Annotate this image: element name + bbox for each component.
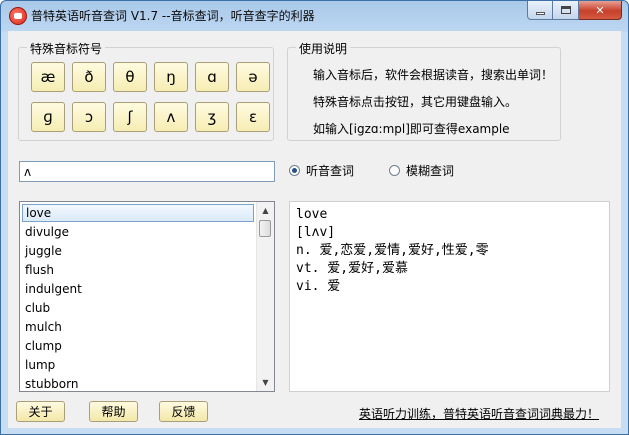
about-button[interactable]: 关于 <box>16 401 65 422</box>
definition-noun: n. 爱,恋爱,爱情,爱好,性爱,零 <box>296 243 489 258</box>
symbol-button[interactable]: æ <box>31 62 65 92</box>
symbol-button[interactable]: ʌ <box>154 102 188 132</box>
close-icon: ✕ <box>595 3 605 17</box>
close-button[interactable]: ✕ <box>579 1 622 20</box>
scroll-thumb[interactable] <box>259 220 271 237</box>
definition-phonetic: [lʌv] <box>296 225 336 240</box>
listen-search-radio[interactable]: 听音查词 <box>289 162 354 179</box>
definition-verb-intransitive: vi. 爱 <box>296 279 341 294</box>
help-groupbox: 使用说明 输入音标后，软件会根据读音，搜索出单词！ 特殊音标点击按钮，其它用键盘… <box>287 40 561 141</box>
symbol-button[interactable]: ɡ <box>31 102 65 132</box>
symbols-group-title: 特殊音标符号 <box>27 40 106 57</box>
list-item[interactable]: stubborn <box>22 375 254 391</box>
list-item[interactable]: divulge <box>22 223 254 241</box>
definition-word: love <box>296 207 328 222</box>
symbol-button[interactable]: ð <box>72 62 106 92</box>
scroll-down-icon[interactable]: ▼ <box>257 374 274 391</box>
symbol-button[interactable]: ə <box>236 62 270 92</box>
help-line: 如输入[igzɑ:mpl]即可查得example <box>313 122 510 136</box>
radio-unchecked-icon <box>389 165 400 176</box>
fuzzy-search-radio[interactable]: 模糊查词 <box>389 162 454 179</box>
app-icon[interactable] <box>9 7 27 25</box>
scroll-up-icon[interactable]: ▲ <box>257 202 274 219</box>
list-item[interactable]: club <box>22 299 254 317</box>
window-title: 普特英语听音查词 V1.7 --音标查词，听音查字的利器 <box>31 9 315 23</box>
radio-checked-icon <box>289 165 300 176</box>
definition-verb-transitive: vt. 爱,爱好,爱慕 <box>296 261 408 276</box>
help-group-title: 使用说明 <box>296 40 351 57</box>
listen-search-label: 听音查词 <box>306 164 355 178</box>
maximize-icon <box>560 6 571 14</box>
client-area: 特殊音标符号 æ ð θ ŋ ɑ ə ɡ ɔ ʃ ʌ ʒ ɛ 使用说明 输入音标… <box>8 31 621 428</box>
minimize-icon <box>535 11 545 15</box>
title-bar[interactable]: 普特英语听音查词 V1.7 --音标查词，听音查字的利器 ✕ <box>1 1 628 31</box>
symbol-button[interactable]: ŋ <box>154 62 188 92</box>
symbol-button[interactable]: ɑ <box>195 62 229 92</box>
caption-buttons: ✕ <box>527 1 622 20</box>
word-list[interactable]: love divulge juggle flush indulgent club… <box>19 201 275 392</box>
list-item[interactable]: mulch <box>22 318 254 336</box>
list-item[interactable]: indulgent <box>22 280 254 298</box>
symbol-button[interactable]: ɛ <box>236 102 270 132</box>
feedback-button[interactable]: 反馈 <box>159 401 208 422</box>
main-window: 普特英语听音查词 V1.7 --音标查词，听音查字的利器 ✕ 特殊音标符号 æ … <box>0 0 629 435</box>
symbol-button[interactable]: ɔ <box>72 102 106 132</box>
definition-panel[interactable]: love [lʌv] n. 爱,恋爱,爱情,爱好,性爱,零 vt. 爱,爱好,爱… <box>289 201 610 392</box>
phonetic-search-input[interactable] <box>19 161 275 182</box>
list-item[interactable]: flush <box>22 261 254 279</box>
footer-link[interactable]: 英语听力训练，普特英语听音查词词典最力！ <box>359 405 599 422</box>
fuzzy-search-label: 模糊查词 <box>406 164 455 178</box>
symbol-button[interactable]: ʃ <box>113 102 147 132</box>
list-item[interactable]: juggle <box>22 242 254 260</box>
list-item[interactable]: lump <box>22 356 254 374</box>
symbols-groupbox: 特殊音标符号 æ ð θ ŋ ɑ ə ɡ ɔ ʃ ʌ ʒ ɛ <box>18 40 274 141</box>
help-line: 特殊音标点击按钮，其它用键盘输入。 <box>313 95 518 109</box>
help-line: 输入音标后，软件会根据读音，搜索出单词！ <box>313 68 554 82</box>
minimize-button[interactable] <box>527 1 553 20</box>
list-item-selected[interactable]: love <box>22 204 254 222</box>
maximize-button[interactable] <box>553 1 579 20</box>
help-button[interactable]: 帮助 <box>89 401 138 422</box>
vertical-scrollbar[interactable]: ▲ ▼ <box>256 202 274 391</box>
symbol-button[interactable]: ʒ <box>195 102 229 132</box>
symbol-button[interactable]: θ <box>113 62 147 92</box>
list-item[interactable]: clump <box>22 337 254 355</box>
